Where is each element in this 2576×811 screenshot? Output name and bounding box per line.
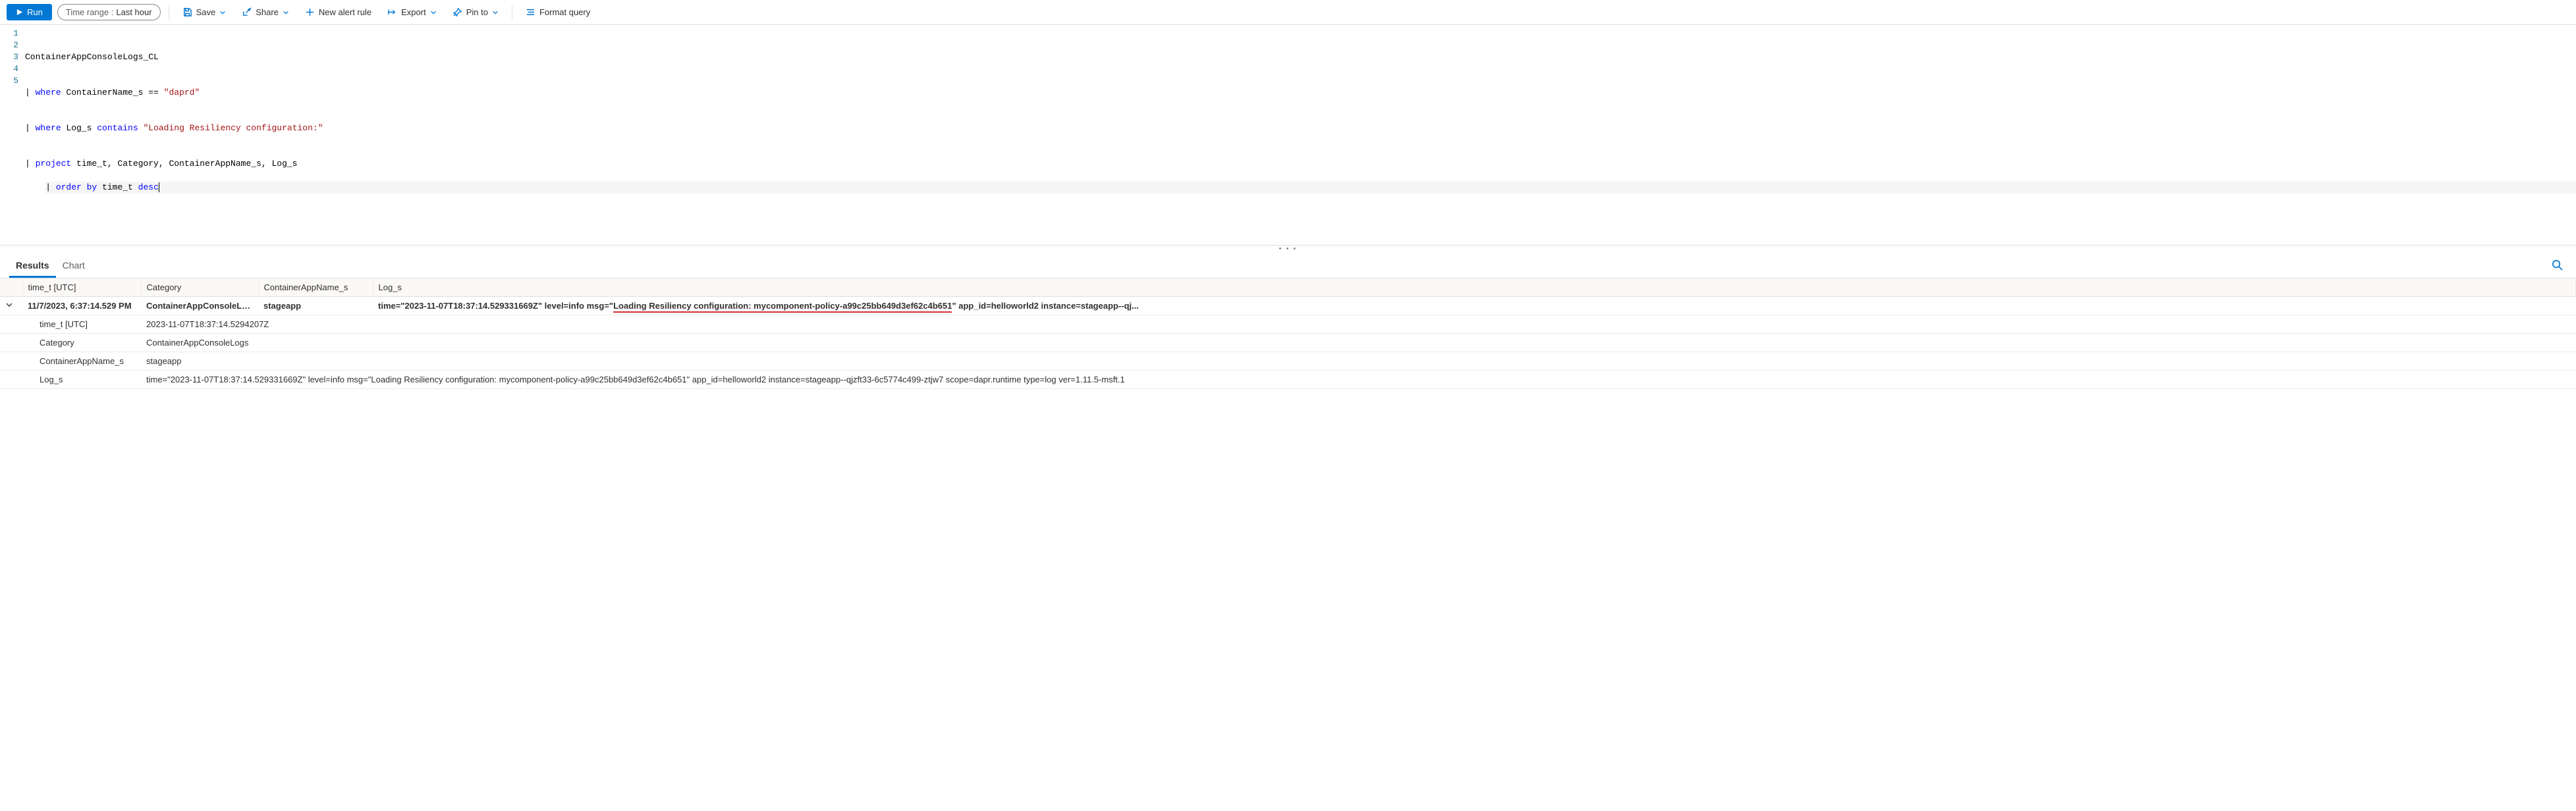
format-label: Format query (539, 7, 590, 17)
save-icon (182, 7, 192, 17)
time-range-picker[interactable]: Time range : Last hour (57, 4, 161, 20)
code-token: time_t, Category, ContainerAppName_s, Lo… (71, 159, 297, 169)
code-token: | (25, 123, 36, 133)
code-token: ContainerName_s == (61, 88, 164, 97)
code-area[interactable]: ContainerAppConsoleLogs_CL | where Conta… (25, 28, 2576, 205)
new-alert-button[interactable]: New alert rule (300, 4, 377, 20)
cell-category: ContainerAppConsoleLogs (141, 297, 258, 315)
pin-to-label: Pin to (466, 7, 488, 17)
expand-header (0, 278, 22, 297)
code-token: | (25, 88, 36, 97)
share-button[interactable]: Share (236, 4, 294, 20)
chevron-down-icon (5, 301, 13, 309)
code-token: Log_s (61, 123, 97, 133)
export-label: Export (401, 7, 426, 17)
tab-chart[interactable]: Chart (56, 253, 92, 278)
tab-results[interactable]: Results (9, 253, 56, 278)
code-token: ContainerAppConsoleLogs_CL (25, 52, 159, 62)
table-row[interactable]: 11/7/2023, 6:37:14.529 PM ContainerAppCo… (0, 297, 2576, 315)
col-header-time[interactable]: time_t [UTC] (22, 278, 141, 297)
run-label: Run (27, 7, 43, 17)
line-number: 3 (0, 51, 18, 63)
detail-value: ContainerAppConsoleLogs (141, 334, 2576, 352)
code-token: | (25, 159, 36, 169)
save-button[interactable]: Save (177, 4, 232, 20)
col-header-app[interactable]: ContainerAppName_s (258, 278, 373, 297)
col-header-log[interactable]: Log_s (373, 278, 2576, 297)
detail-row: Category ContainerAppConsoleLogs (0, 334, 2576, 352)
log-highlight: Loading Resiliency configuration: mycomp… (613, 301, 952, 313)
code-token: "daprd" (164, 88, 200, 97)
col-header-category[interactable]: Category (141, 278, 258, 297)
code-token: where (36, 88, 61, 97)
detail-key: Log_s (0, 371, 141, 389)
detail-row: ContainerAppName_s stageapp (0, 352, 2576, 371)
code-token: time_t (97, 182, 138, 192)
chevron-down-icon (283, 9, 289, 16)
pane-resize-handle[interactable]: • • • (0, 246, 2576, 253)
format-query-button[interactable]: Format query (520, 4, 595, 20)
plus-icon (305, 7, 315, 17)
line-number: 2 (0, 39, 18, 51)
line-number: 4 (0, 63, 18, 75)
line-number: 5 (0, 75, 18, 87)
chevron-down-icon (430, 9, 437, 16)
cell-time: 11/7/2023, 6:37:14.529 PM (22, 297, 141, 315)
results-table: time_t [UTC] Category ContainerAppName_s… (0, 278, 2576, 389)
detail-key: time_t [UTC] (0, 315, 141, 334)
search-results-button[interactable] (2548, 255, 2567, 276)
detail-key: Category (0, 334, 141, 352)
export-icon (387, 7, 397, 17)
code-token: "Loading Resiliency configuration:" (143, 123, 323, 133)
table-header-row: time_t [UTC] Category ContainerAppName_s… (0, 278, 2576, 297)
pin-icon (452, 7, 462, 17)
pin-to-button[interactable]: Pin to (447, 4, 504, 20)
new-alert-label: New alert rule (319, 7, 371, 17)
share-icon (242, 7, 252, 17)
detail-value: time="2023-11-07T18:37:14.529331669Z" le… (141, 371, 2576, 389)
row-expander[interactable] (0, 297, 22, 315)
format-icon (526, 7, 535, 17)
line-gutter: 1 2 3 4 5 (0, 28, 25, 205)
code-token: where (36, 123, 61, 133)
time-range-value: Last hour (116, 7, 151, 17)
code-token: project (36, 159, 72, 169)
line-number: 1 (0, 28, 18, 39)
detail-value: 2023-11-07T18:37:14.5294207Z (141, 315, 2576, 334)
code-token: | (45, 182, 56, 192)
query-toolbar: Run Time range : Last hour Save Share Ne… (0, 0, 2576, 25)
code-token: order by (56, 182, 97, 192)
detail-value: stageapp (141, 352, 2576, 371)
time-range-label: Time range : (66, 7, 114, 17)
query-editor[interactable]: 1 2 3 4 5 ContainerAppConsoleLogs_CL | w… (0, 25, 2576, 246)
code-token: desc (138, 182, 159, 192)
chevron-down-icon (219, 9, 226, 16)
search-icon (2552, 259, 2563, 271)
play-icon (16, 9, 23, 16)
cell-app: stageapp (258, 297, 373, 315)
results-tabs: Results Chart (0, 253, 2576, 278)
detail-row: time_t [UTC] 2023-11-07T18:37:14.5294207… (0, 315, 2576, 334)
cell-log: time="2023-11-07T18:37:14.529331669Z" le… (373, 297, 2576, 315)
chevron-down-icon (492, 9, 499, 16)
detail-row: Log_s time="2023-11-07T18:37:14.52933166… (0, 371, 2576, 389)
export-button[interactable]: Export (382, 4, 442, 20)
run-button[interactable]: Run (7, 4, 52, 20)
save-label: Save (196, 7, 216, 17)
share-label: Share (256, 7, 279, 17)
log-pre: time="2023-11-07T18:37:14.529331669Z" le… (378, 301, 613, 311)
detail-key: ContainerAppName_s (0, 352, 141, 371)
log-post: " app_id=helloworld2 instance=stageapp--… (952, 301, 1139, 311)
code-token: contains (97, 123, 138, 133)
